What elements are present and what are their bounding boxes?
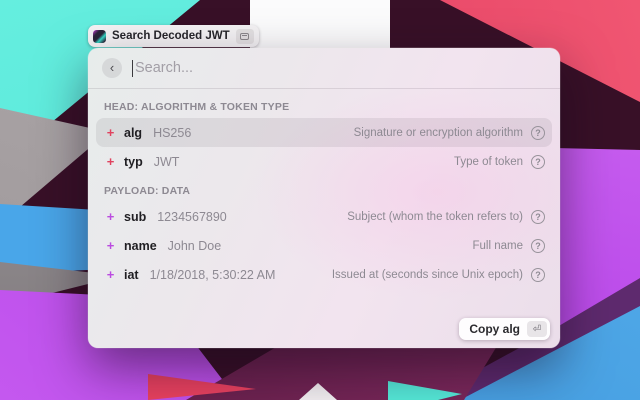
text-cursor	[132, 60, 133, 77]
claim-value: HS256	[153, 126, 191, 140]
jwt-app-icon	[93, 30, 106, 43]
claim-value: JWT	[154, 155, 180, 169]
claim-value: John Doe	[168, 239, 222, 253]
command-title: Search Decoded JWT	[112, 30, 230, 42]
plus-icon: +	[105, 154, 116, 169]
row-iat[interactable]: + iat 1/18/2018, 5:30:22 AM Issued at (s…	[96, 260, 552, 289]
claim-description: Full name	[473, 240, 524, 252]
chevron-left-icon: ‹	[110, 60, 114, 75]
section-title-head: HEAD: ALGORITHM & TOKEN TYPE	[96, 92, 552, 118]
claim-value: 1234567890	[157, 210, 227, 224]
pinned-window-keycap[interactable]	[236, 29, 254, 44]
claim-value: 1/18/2018, 5:30:22 AM	[150, 268, 276, 282]
plus-icon: +	[105, 125, 116, 140]
row-typ[interactable]: + typ JWT Type of token ?	[96, 147, 552, 176]
results-list: HEAD: ALGORITHM & TOKEN TYPE + alg HS256…	[88, 89, 560, 348]
row-sub[interactable]: + sub 1234567890 Subject (whom the token…	[96, 202, 552, 231]
enter-key-icon: ⏎	[527, 321, 547, 337]
search-input[interactable]	[135, 60, 546, 76]
claim-key: iat	[124, 268, 139, 282]
claim-key: name	[124, 239, 157, 253]
window-icon	[240, 33, 249, 40]
command-breadcrumb[interactable]: Search Decoded JWT	[88, 25, 259, 47]
claim-key: alg	[124, 126, 142, 140]
command-panel: ‹ HEAD: ALGORITHM & TOKEN TYPE + alg HS2…	[88, 48, 560, 348]
plus-icon: +	[105, 238, 116, 253]
help-icon[interactable]: ?	[531, 268, 545, 282]
help-icon[interactable]: ?	[531, 155, 545, 169]
copy-alg-label: Copy alg	[469, 322, 520, 336]
claim-key: sub	[124, 210, 146, 224]
copy-alg-button[interactable]: Copy alg ⏎	[459, 318, 550, 340]
plus-icon: +	[105, 209, 116, 224]
plus-icon: +	[105, 267, 116, 282]
claim-description: Issued at (seconds since Unix epoch)	[332, 269, 523, 281]
claim-description: Type of token	[454, 156, 523, 168]
help-icon[interactable]: ?	[531, 239, 545, 253]
section-title-payload: PAYLOAD: DATA	[96, 176, 552, 202]
help-icon[interactable]: ?	[531, 126, 545, 140]
claim-description: Subject (whom the token refers to)	[347, 211, 523, 223]
row-name[interactable]: + name John Doe Full name ?	[96, 231, 552, 260]
desktop: Search Decoded JWT ‹ HEAD: ALGORITHM & T…	[0, 0, 640, 400]
help-icon[interactable]: ?	[531, 210, 545, 224]
back-button[interactable]: ‹	[102, 58, 122, 78]
search-bar: ‹	[88, 48, 560, 88]
claim-description: Signature or encryption algorithm	[354, 127, 523, 139]
row-alg[interactable]: + alg HS256 Signature or encryption algo…	[96, 118, 552, 147]
claim-key: typ	[124, 155, 143, 169]
